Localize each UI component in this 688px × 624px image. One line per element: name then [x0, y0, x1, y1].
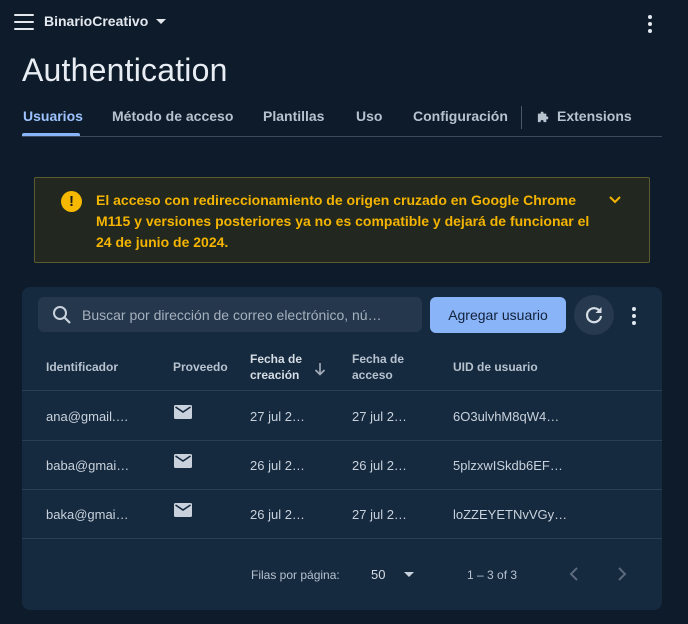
column-uid[interactable]: UID de usuario — [453, 359, 538, 375]
warning-banner: ! El acceso con redireccionamiento de or… — [34, 177, 650, 263]
mail-icon — [174, 503, 192, 517]
tab-bar: Usuarios Método de acceso Plantillas Uso… — [22, 96, 662, 137]
users-card: Agregar usuario Identificador Proveedo F… — [22, 287, 662, 610]
banner-message: El acceso con redireccionamiento de orig… — [96, 192, 590, 250]
table-row[interactable]: baba@gmai… 26 jul 2… 26 jul 2… 5plzxwISk… — [22, 441, 662, 490]
search-box — [38, 297, 422, 332]
cell-uid: 5plzxwISkdb6EF… — [453, 458, 563, 473]
column-fecha-creacion-line1: Fecha de — [250, 352, 303, 366]
column-identificador[interactable]: Identificador — [46, 359, 118, 375]
top-bar: BinarioCreativo — [0, 0, 688, 44]
tab-extensions-label: Extensions — [557, 108, 632, 124]
rows-per-page-label: Filas por página: — [251, 568, 340, 582]
next-page-icon[interactable] — [615, 565, 629, 583]
cell-created: 27 jul 2… — [250, 409, 305, 424]
cell-access: 27 jul 2… — [352, 409, 407, 424]
column-fecha-acceso-line1: Fecha de — [352, 352, 405, 366]
more-options-icon[interactable] — [648, 15, 652, 36]
cell-created: 26 jul 2… — [250, 458, 305, 473]
cell-identifier: baka@gmai… — [46, 507, 129, 522]
table-more-options-icon[interactable] — [632, 307, 636, 328]
mail-icon — [174, 405, 192, 419]
column-fecha-acceso-line2: acceso — [352, 368, 393, 382]
column-fecha-creacion[interactable]: Fecha de creación — [250, 351, 302, 383]
tab-configuracion[interactable]: Configuración — [413, 108, 508, 124]
pagination-range: 1 – 3 of 3 — [467, 568, 518, 582]
cell-access: 26 jul 2… — [352, 458, 407, 473]
cell-uid: 6O3ulvhM8qW4… — [453, 409, 560, 424]
tab-uso[interactable]: Uso — [356, 108, 382, 124]
active-tab-indicator — [22, 133, 80, 136]
puzzle-icon — [537, 111, 549, 123]
column-proveedor[interactable]: Proveedo — [173, 359, 228, 375]
search-icon — [53, 306, 71, 324]
chevron-down-icon[interactable] — [608, 195, 622, 205]
sort-arrow-down-icon[interactable] — [314, 362, 326, 376]
mail-icon — [174, 454, 192, 468]
cell-uid: loZZEYETNvVGy… — [453, 507, 568, 522]
tab-plantillas[interactable]: Plantillas — [263, 108, 324, 124]
rows-per-page-select[interactable]: 50 — [371, 567, 385, 582]
search-input[interactable] — [82, 297, 412, 332]
project-selector[interactable]: BinarioCreativo — [44, 13, 167, 29]
tab-divider — [521, 106, 522, 129]
rows-per-page-caret-icon[interactable] — [404, 572, 414, 577]
cell-created: 26 jul 2… — [250, 507, 305, 522]
caret-down-icon — [156, 18, 167, 24]
previous-page-icon[interactable] — [567, 565, 581, 583]
cell-identifier: baba@gmai… — [46, 458, 130, 473]
cell-access: 27 jul 2… — [352, 507, 407, 522]
tab-usuarios[interactable]: Usuarios — [23, 108, 83, 124]
tab-extensions[interactable]: Extensions — [536, 108, 632, 124]
table-row[interactable]: baka@gmai… 26 jul 2… 27 jul 2… loZZEYETN… — [22, 490, 662, 539]
cell-identifier: ana@gmail.… — [46, 409, 129, 424]
tab-metodo-de-acceso[interactable]: Método de acceso — [112, 108, 233, 124]
project-name: BinarioCreativo — [44, 13, 149, 29]
column-fecha-acceso[interactable]: Fecha de acceso — [352, 351, 404, 383]
menu-icon[interactable] — [14, 14, 34, 30]
warning-icon: ! — [61, 191, 82, 212]
table-header: Identificador Proveedo Fecha de creación… — [22, 343, 662, 391]
table-row[interactable]: ana@gmail.… 27 jul 2… 27 jul 2… 6O3ulvhM… — [22, 392, 662, 441]
column-fecha-creacion-line2: creación — [250, 368, 300, 382]
refresh-icon — [585, 307, 603, 324]
add-user-button[interactable]: Agregar usuario — [430, 297, 566, 333]
refresh-button[interactable] — [574, 295, 614, 335]
page-title: Authentication — [22, 52, 228, 88]
